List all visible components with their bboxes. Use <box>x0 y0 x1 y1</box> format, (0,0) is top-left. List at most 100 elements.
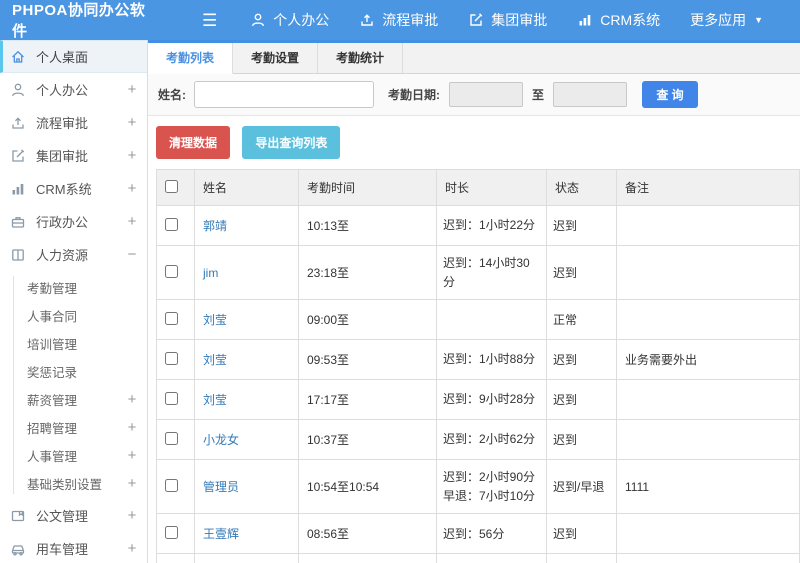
row-checkbox[interactable] <box>165 431 178 445</box>
employee-name-link[interactable]: 刘莹 <box>203 353 227 367</box>
table-header-row: 姓名 考勤时间 时长 状态 备注 <box>156 169 800 206</box>
employee-name-link[interactable]: 郭靖 <box>203 219 227 233</box>
content-area: 清理数据 导出查询列表 姓名 考勤时间 时长 状态 备注 郭靖 10:13至 迟… <box>148 116 800 563</box>
expand-toggle[interactable]: + <box>125 507 139 524</box>
expand-toggle[interactable]: + <box>125 447 139 464</box>
sidebar-sublabel: 薪资管理 <box>27 393 78 408</box>
sidebar-sublabel: 培训管理 <box>27 337 78 352</box>
clear-data-button[interactable]: 清理数据 <box>156 126 231 159</box>
select-all-checkbox[interactable] <box>165 179 178 193</box>
expand-toggle[interactable]: + <box>125 419 139 436</box>
sidebar-sublabel: 考勤管理 <box>27 281 78 296</box>
row-checkbox[interactable] <box>165 391 178 405</box>
home-icon <box>10 49 26 65</box>
sidebar-subitem-base-category-settings[interactable]: 基础类别设置 + <box>0 469 147 497</box>
topnav-personal-office[interactable]: 个人办公 <box>235 0 344 40</box>
employee-name-link[interactable]: 刘莹 <box>203 313 227 327</box>
sidebar-label: 公文管理 <box>36 509 89 524</box>
topnav-more-apps[interactable]: 更多应用 ▼ <box>675 0 778 40</box>
tab-attendance-stats[interactable]: 考勤统计 <box>318 43 403 73</box>
row-checkbox[interactable] <box>165 264 178 278</box>
sidebar-subitem-personnel-mgmt[interactable]: 人事管理 + <box>0 441 147 469</box>
book-icon <box>10 247 26 263</box>
main-panel: 考勤列表 考勤设置 考勤统计 姓名: 考勤日期: 至 查 询 清理数据 导出查询… <box>148 40 800 563</box>
status-badge: 迟到 <box>546 205 617 246</box>
sidebar-sublabel: 基础类别设置 <box>27 477 103 492</box>
sidebar-sublabel: 人事合同 <box>27 309 78 324</box>
search-button[interactable]: 查 询 <box>642 81 699 108</box>
note-cell: 1111 <box>616 459 800 515</box>
sidebar-label: CRM系统 <box>36 182 92 197</box>
edit-icon <box>468 12 484 28</box>
export-list-button[interactable]: 导出查询列表 <box>242 126 341 159</box>
note-cell <box>616 419 800 461</box>
tab-attendance-list[interactable]: 考勤列表 <box>148 43 233 74</box>
expand-toggle[interactable]: + <box>125 180 139 197</box>
sidebar-subitem-training-mgmt[interactable]: 培训管理 <box>0 329 147 357</box>
name-filter-input[interactable] <box>194 81 374 108</box>
tab-attendance-settings[interactable]: 考勤设置 <box>233 43 318 73</box>
sidebar-item-admin-office[interactable]: 行政办公 + <box>0 205 147 238</box>
sidebar-item-personal-office[interactable]: 个人办公 + <box>0 73 147 106</box>
tab-bar: 考勤列表 考勤设置 考勤统计 <box>148 43 800 74</box>
date-to-input[interactable] <box>553 82 628 107</box>
topnav-group-approval[interactable]: 集团审批 <box>453 0 562 40</box>
duration-cell: 迟到：2小时62分 <box>436 419 547 461</box>
top-bar: PHPOA协同办公软件 ☰ 个人办公 流程审批 集团审批 CRM系统 更多应用 … <box>0 0 800 40</box>
sidebar-subitem-recruit-mgmt[interactable]: 招聘管理 + <box>0 413 147 441</box>
hamburger-menu-icon[interactable]: ☰ <box>202 12 217 29</box>
sidebar-item-personal-desktop[interactable]: 个人桌面 <box>0 40 147 73</box>
sidebar-subitem-attendance-mgmt[interactable]: 考勤管理 <box>0 273 147 301</box>
sidebar-item-crm-system[interactable]: CRM系统 + <box>0 172 147 205</box>
topnav-workflow-approval[interactable]: 流程审批 <box>344 0 453 40</box>
status-badge: 迟到 <box>546 379 617 421</box>
attendance-time: 10:37至 <box>298 419 437 461</box>
topnav-crm-system[interactable]: CRM系统 <box>562 0 675 40</box>
sidebar-item-workflow-approval[interactable]: 流程审批 + <box>0 106 147 139</box>
collapse-toggle[interactable]: − <box>125 246 139 263</box>
row-checkbox[interactable] <box>165 351 178 365</box>
sidebar-item-vehicle-mgmt[interactable]: 用车管理 + <box>0 532 147 563</box>
topnav-label: CRM系统 <box>600 12 661 28</box>
expand-toggle[interactable]: + <box>125 81 139 98</box>
employee-name-link[interactable]: 王壹辉 <box>203 527 239 541</box>
note-cell <box>616 299 800 341</box>
employee-name-link[interactable]: 刘莹 <box>203 393 227 407</box>
note-cell: 业务需要外出 <box>616 339 800 381</box>
briefcase-icon <box>10 214 26 230</box>
date-from-input[interactable] <box>449 82 523 107</box>
sidebar-subitem-salary-mgmt[interactable]: 薪资管理 + <box>0 385 147 413</box>
expand-toggle[interactable]: + <box>125 147 139 164</box>
sidebar-label: 人力资源 <box>36 248 89 263</box>
row-checkbox[interactable] <box>165 311 178 325</box>
row-checkbox[interactable] <box>165 478 178 492</box>
employee-name-link[interactable]: 小龙女 <box>203 433 239 447</box>
duration-cell: 迟到：56分 <box>436 513 547 555</box>
attendance-table: 姓名 考勤时间 时长 状态 备注 郭靖 10:13至 迟到：1小时22分 迟到 … <box>156 169 800 563</box>
col-header-status: 状态 <box>546 169 617 206</box>
expand-toggle[interactable]: + <box>125 391 139 408</box>
expand-toggle[interactable]: + <box>125 475 139 492</box>
employee-name-link[interactable]: 管理员 <box>203 480 239 494</box>
attendance-time: 09:00至 <box>298 299 437 341</box>
sidebar-subitem-reward-punishment[interactable]: 奖惩记录 <box>0 357 147 385</box>
row-checkbox[interactable] <box>165 217 178 231</box>
expand-toggle[interactable]: + <box>125 213 139 230</box>
sidebar-subitem-hr-contract[interactable]: 人事合同 <box>0 301 147 329</box>
bar-chart-icon <box>577 12 593 28</box>
hr-submenu: 考勤管理 人事合同 培训管理 奖惩记录 薪资管理 + 招聘管理 + 人事管理 +… <box>0 271 147 499</box>
status-badge: 迟到 <box>546 419 617 461</box>
sidebar-item-human-resources[interactable]: 人力资源 − <box>0 238 147 271</box>
sidebar-sublabel: 奖惩记录 <box>27 365 78 380</box>
sidebar-item-group-approval[interactable]: 集团审批 + <box>0 139 147 172</box>
row-checkbox[interactable] <box>165 525 178 539</box>
duration-cell: 迟到：5小时33分早退：4小时67分 <box>436 553 547 563</box>
sidebar-item-document-mgmt[interactable]: 公文管理 + <box>0 499 147 532</box>
employee-name-link[interactable]: jim <box>203 266 218 280</box>
attendance-time: 09:53至 <box>298 339 437 381</box>
expand-toggle[interactable]: + <box>125 540 139 557</box>
car-icon <box>10 541 26 557</box>
table-row: 刘莹 09:53至 迟到：1小时88分 迟到 业务需要外出 <box>156 339 800 381</box>
attendance-time: 17:17至 <box>298 379 437 421</box>
expand-toggle[interactable]: + <box>125 114 139 131</box>
